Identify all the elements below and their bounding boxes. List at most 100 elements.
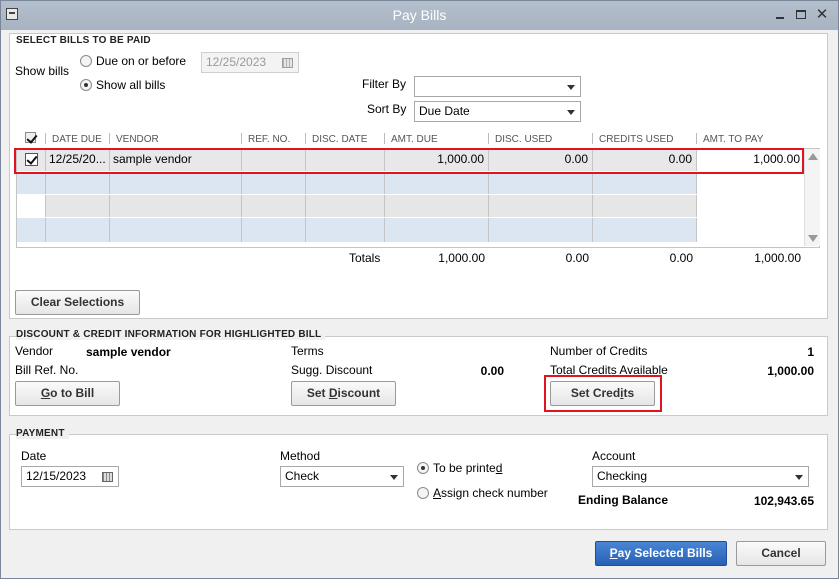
show-all-bills-label[interactable]: Show all bills	[96, 78, 165, 92]
num-credits-label: Number of Credits	[550, 344, 648, 358]
go-to-bill-mnemonic: G	[40, 386, 51, 400]
method-value: Check	[285, 469, 320, 483]
assign-check-label-post: ssign check number	[441, 486, 548, 500]
select-all-checkbox[interactable]	[25, 132, 36, 143]
col-amt-due[interactable]: AMT. DUE	[391, 134, 438, 145]
assign-check-number-radio[interactable]	[417, 487, 429, 499]
scroll-down-icon[interactable]	[808, 235, 818, 242]
show-bills-label: Show bills	[15, 64, 70, 78]
to-be-printed-label-pre: To be printe	[433, 461, 496, 475]
account-label: Account	[592, 449, 636, 463]
go-to-bill-button[interactable]: Go to Bill	[15, 381, 120, 406]
cell-divider	[305, 172, 306, 194]
cell-divider	[592, 218, 593, 242]
scroll-up-icon[interactable]	[808, 153, 818, 160]
cell-divider	[305, 218, 306, 242]
column-divider	[488, 133, 489, 144]
account-dropdown[interactable]: Checking	[592, 466, 809, 487]
to-be-printed-label[interactable]: To be printed	[433, 461, 502, 475]
filter-by-label: Filter By	[362, 77, 407, 91]
col-disc-used[interactable]: DISC. USED	[495, 134, 552, 145]
cell-divider	[241, 218, 242, 242]
cell-divider	[592, 172, 593, 194]
table-row-empty[interactable]	[17, 195, 804, 217]
cell-divider	[488, 218, 489, 242]
method-dropdown[interactable]: Check	[280, 466, 404, 487]
col-amt-to-pay[interactable]: AMT. TO PAY	[703, 134, 763, 145]
sort-by-value: Due Date	[419, 104, 470, 118]
sugg-discount-label: Sugg. Discount	[291, 363, 373, 377]
cell-divider	[45, 195, 46, 217]
pay-selected-mnemonic: P	[609, 546, 618, 560]
terms-label: Terms	[291, 344, 324, 358]
table-row-empty[interactable]	[17, 172, 804, 194]
minimize-icon	[776, 17, 784, 19]
set-discount-button[interactable]: Set Discount	[291, 381, 396, 406]
assign-check-mnemonic: A	[433, 486, 442, 500]
to-be-printed-radio[interactable]	[417, 462, 429, 474]
set-discount-mnemonic: D	[328, 386, 338, 400]
sort-by-dropdown[interactable]: Due Date	[414, 101, 581, 122]
col-credits-used[interactable]: CREDITS USED	[599, 134, 673, 145]
cell-divider	[305, 195, 306, 217]
set-discount-label-post: iscount	[337, 386, 381, 400]
minimize-button[interactable]	[772, 7, 788, 23]
show-all-bills-radio[interactable]	[80, 79, 92, 91]
discount-credit-title: DISCOUNT & CREDIT INFORMATION FOR HIGHLI…	[16, 329, 326, 340]
chevron-down-icon	[567, 110, 575, 115]
total-credits-value: 1,000.00	[767, 364, 814, 378]
payment-title: PAYMENT	[16, 428, 69, 439]
vendor-value: sample vendor	[86, 345, 171, 359]
column-divider	[241, 133, 242, 144]
cell-divider	[241, 172, 242, 194]
totals-disc-used: 0.00	[565, 251, 589, 265]
maximize-button[interactable]	[793, 7, 809, 23]
row-highlight-box	[14, 148, 804, 174]
totals-amt-to-pay: 1,000.00	[754, 251, 801, 265]
column-divider	[384, 133, 385, 144]
pay-bills-window: Pay Bills ✕ SELECT BILLS TO BE PAID Show…	[0, 0, 839, 579]
pay-selected-label-post: ay Selected Bills	[617, 546, 713, 560]
totals-credits-used: 0.00	[669, 251, 693, 265]
filter-by-dropdown[interactable]	[414, 76, 581, 97]
totals-label: Totals	[349, 251, 381, 265]
window-menu-icon[interactable]	[6, 8, 18, 20]
column-divider	[592, 133, 593, 144]
cell-divider	[696, 195, 697, 217]
close-button[interactable]: ✕	[814, 7, 830, 23]
window-title: Pay Bills	[392, 7, 447, 23]
col-date-due[interactable]: DATE DUE	[52, 134, 102, 145]
col-disc-date[interactable]: DISC. DATE	[312, 134, 367, 145]
num-credits-value: 1	[807, 345, 814, 359]
cancel-button[interactable]: Cancel	[736, 541, 826, 566]
chevron-down-icon	[390, 475, 398, 480]
cell-divider	[109, 195, 110, 217]
cell-divider	[109, 218, 110, 242]
cell-divider	[592, 195, 593, 217]
column-divider	[45, 133, 46, 144]
maximize-icon	[796, 10, 806, 19]
due-on-before-radio[interactable]	[80, 55, 92, 67]
column-divider	[109, 133, 110, 144]
due-date-value: 12/25/2023	[206, 55, 267, 69]
payment-date-value: 12/15/2023	[26, 469, 87, 483]
go-to-bill-label-post: o to Bill	[50, 386, 95, 400]
vendor-label: Vendor	[15, 344, 54, 358]
table-row-empty[interactable]	[17, 218, 804, 242]
assign-check-number-label[interactable]: Assign check number	[433, 486, 548, 500]
clear-selections-button[interactable]: Clear Selections	[15, 290, 140, 315]
set-credits-highlight-box	[544, 375, 662, 412]
calendar-icon[interactable]	[282, 58, 293, 68]
due-date-field[interactable]: 12/25/2023	[201, 52, 299, 73]
cell-divider	[241, 195, 242, 217]
payment-date-field[interactable]: 12/15/2023	[21, 466, 119, 487]
cell-divider	[696, 218, 697, 242]
col-vendor[interactable]: VENDOR	[116, 134, 159, 145]
table-scrollbar[interactable]	[804, 149, 820, 246]
due-on-before-label[interactable]: Due on or before	[96, 54, 186, 68]
calendar-icon[interactable]	[102, 472, 113, 482]
cell-divider	[696, 172, 697, 194]
pay-selected-bills-button[interactable]: Pay Selected Bills	[595, 541, 727, 566]
col-ref-no[interactable]: REF. NO.	[248, 134, 290, 145]
cell-divider	[384, 218, 385, 242]
